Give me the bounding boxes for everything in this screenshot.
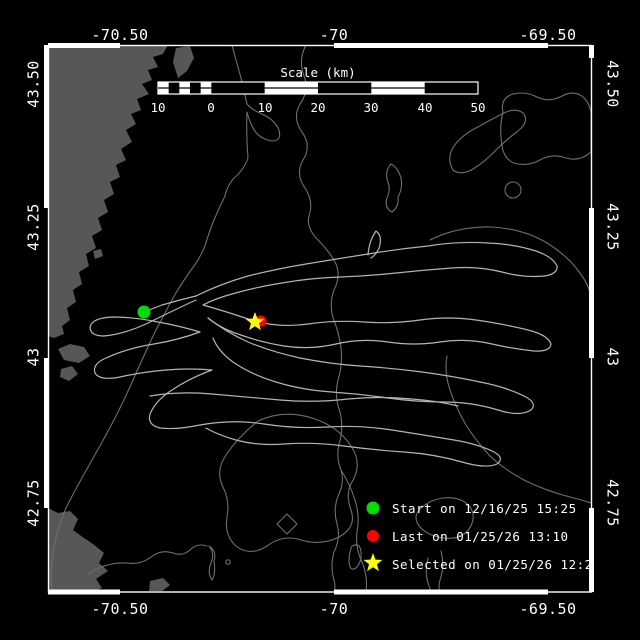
- lon-label-top: -70.50: [91, 26, 148, 44]
- legend-start-label: Start on 12/16/25 15:25: [392, 501, 577, 516]
- lat-label-right: 43.25: [604, 203, 622, 251]
- legend-last-circle-icon: [367, 530, 379, 542]
- scale-tick-label: 40: [417, 100, 432, 115]
- scale-bar-title: Scale (km): [280, 65, 355, 80]
- scale-tick-label: 10: [257, 100, 272, 115]
- legend-selected-label: Selected on 01/25/26 12:25: [392, 557, 601, 572]
- legend-start-circle-icon: [367, 502, 380, 515]
- legend-last-label: Last on 01/25/26 13:10: [392, 529, 569, 544]
- lat-label-left: 42.75: [25, 479, 43, 527]
- lat-label-left: 43.50: [25, 60, 43, 108]
- lat-label-left: 43.25: [25, 203, 43, 251]
- lon-label-top: -69.50: [519, 26, 576, 44]
- scale-tick-label: 50: [470, 100, 485, 115]
- scale-tick-label: 0: [207, 100, 215, 115]
- scale-tick-label: 20: [310, 100, 325, 115]
- legend: Start on 12/16/25 15:25 Last on 01/25/26…: [364, 501, 601, 572]
- lon-label-bottom: -69.50: [519, 600, 576, 618]
- lat-label-right: 43: [604, 347, 622, 366]
- scale-tick-label: 10: [150, 100, 165, 115]
- lon-label-bottom: -70: [320, 600, 349, 618]
- scale-tick-label: 30: [363, 100, 378, 115]
- lon-label-top: -70: [320, 26, 349, 44]
- lat-label-right: 42.75: [604, 479, 622, 527]
- tracking-map: Start on 12/16/25 15:25 Last on 01/25/26…: [0, 0, 640, 640]
- lat-label-left: 43: [25, 347, 43, 366]
- lat-label-right: 43.50: [604, 60, 622, 108]
- start-marker[interactable]: [138, 306, 151, 319]
- lon-label-bottom: -70.50: [91, 600, 148, 618]
